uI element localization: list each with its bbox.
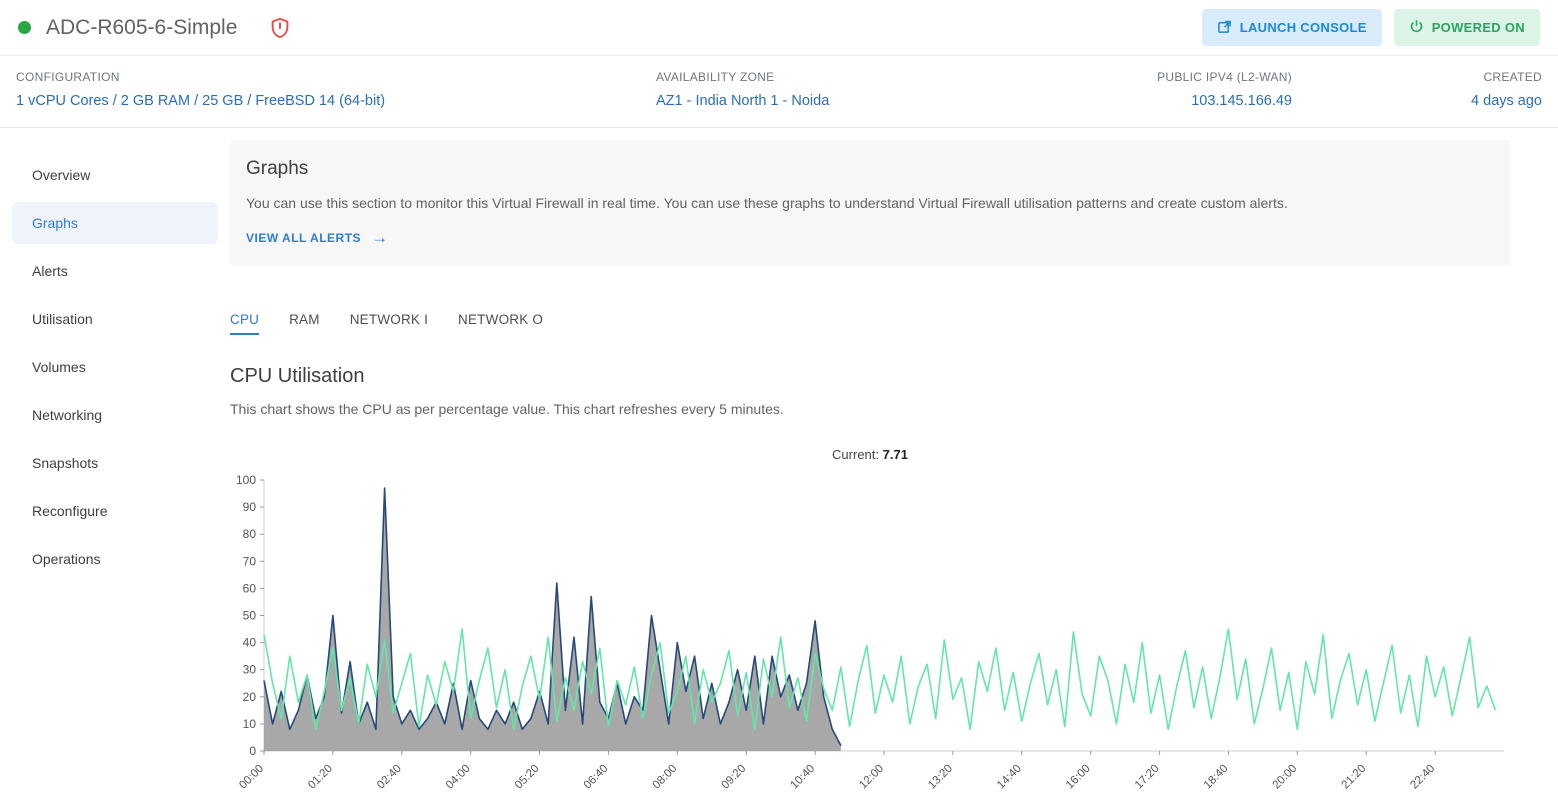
x-tick-label: 10:40 — [788, 763, 817, 792]
graphs-card: Graphs You can use this section to monit… — [230, 140, 1510, 266]
power-status-dot — [18, 21, 31, 34]
tab-network-in[interactable]: NETWORK I — [350, 312, 428, 335]
x-tick-label: 01:20 — [306, 763, 335, 792]
tab-network-out[interactable]: NETWORK O — [458, 312, 543, 335]
cpu-utilisation-chart: 0 10 20 30 40 50 60 70 80 90 100 00:00 01:20 02:40 04:… — [230, 474, 1510, 799]
view-all-alerts-label: VIEW ALL ALERTS — [246, 231, 361, 245]
info-label: CONFIGURATION — [16, 70, 656, 84]
y-tick-label: 100 — [236, 474, 256, 487]
x-tick-label: 12:00 — [857, 763, 886, 792]
tab-ram[interactable]: RAM — [289, 312, 320, 335]
info-value-created: 4 days ago — [1292, 93, 1542, 109]
x-tick-label: 06:40 — [582, 763, 611, 792]
x-tick-label: 16:00 — [1064, 763, 1093, 792]
powered-on-label: POWERED ON — [1432, 20, 1525, 35]
info-value-public-ipv4[interactable]: 103.145.166.49 — [1042, 93, 1292, 109]
x-tick-label: 08:00 — [651, 763, 680, 792]
powered-on-button[interactable]: POWERED ON — [1394, 9, 1540, 46]
chart-description: This chart shows the CPU as per percenta… — [230, 401, 1510, 417]
arrow-right-icon: → — [371, 228, 389, 248]
x-tick-label: 18:40 — [1202, 763, 1231, 792]
header: ADC-R605-6-Simple LAUNCH CONSOLE POWERED… — [0, 0, 1558, 56]
x-tick-label: 14:40 — [995, 763, 1024, 792]
y-tick-label: 60 — [243, 581, 257, 595]
y-tick-label: 0 — [249, 744, 256, 758]
info-label: PUBLIC IPV4 (L2-WAN) — [1042, 70, 1292, 84]
sidebar-item-operations[interactable]: Operations — [12, 538, 218, 580]
x-tick-label: 00:00 — [237, 763, 266, 792]
info-availability-zone: AVAILABILITY ZONE AZ1 - India North 1 - … — [656, 70, 1042, 109]
firewall-shield-icon — [269, 16, 291, 40]
graphs-card-title: Graphs — [246, 158, 1494, 180]
launch-console-label: LAUNCH CONSOLE — [1240, 20, 1367, 35]
power-icon — [1409, 19, 1424, 37]
sidebar-item-graphs[interactable]: Graphs — [12, 202, 218, 244]
sidebar-item-networking[interactable]: Networking — [12, 394, 218, 436]
y-tick-label: 30 — [243, 663, 257, 677]
x-tick-label: 05:20 — [513, 763, 542, 792]
sidebar-item-snapshots[interactable]: Snapshots — [12, 442, 218, 484]
info-label: AVAILABILITY ZONE — [656, 70, 1042, 84]
sidebar-item-overview[interactable]: Overview — [12, 154, 218, 196]
y-tick-label: 70 — [243, 554, 257, 568]
info-created: CREATED 4 days ago — [1292, 70, 1542, 109]
x-tick-label: 21:20 — [1340, 763, 1369, 792]
info-value-configuration[interactable]: 1 vCPU Cores / 2 GB RAM / 25 GB / FreeBS… — [16, 93, 656, 109]
sidebar-item-reconfigure[interactable]: Reconfigure — [12, 490, 218, 532]
y-tick-label: 50 — [243, 609, 257, 623]
sidebar-item-utilisation[interactable]: Utilisation — [12, 298, 218, 340]
launch-console-button[interactable]: LAUNCH CONSOLE — [1202, 9, 1382, 46]
y-tick-label: 90 — [243, 500, 257, 514]
x-tick-label: 02:40 — [375, 763, 404, 792]
x-tick-label: 22:40 — [1408, 763, 1437, 792]
y-tick-label: 80 — [243, 527, 257, 541]
info-configuration: CONFIGURATION 1 vCPU Cores / 2 GB RAM / … — [16, 70, 656, 109]
tab-cpu[interactable]: CPU — [230, 312, 259, 335]
info-public-ipv4: PUBLIC IPV4 (L2-WAN) 103.145.166.49 — [1042, 70, 1292, 109]
view-all-alerts-link[interactable]: VIEW ALL ALERTS → — [246, 228, 389, 248]
vm-title: ADC-R605-6-Simple — [46, 16, 237, 40]
x-tick-label: 13:20 — [926, 763, 955, 792]
y-tick-label: 20 — [243, 690, 257, 704]
info-value-availability-zone[interactable]: AZ1 - India North 1 - Noida — [656, 93, 1042, 109]
info-bar: CONFIGURATION 1 vCPU Cores / 2 GB RAM / … — [0, 56, 1558, 128]
main-layout: Overview Graphs Alerts Utilisation Volum… — [0, 128, 1558, 804]
y-tick-label: 10 — [243, 717, 257, 731]
sidebar-item-alerts[interactable]: Alerts — [12, 250, 218, 292]
info-label: CREATED — [1292, 70, 1542, 84]
content-area: Graphs You can use this section to monit… — [230, 128, 1558, 804]
current-value: 7.71 — [883, 447, 908, 462]
x-tick-label: 20:00 — [1271, 763, 1300, 792]
x-tick-label: 17:20 — [1133, 763, 1162, 792]
current-label: Current: — [832, 447, 879, 462]
cpu-primary-filled-area — [264, 488, 841, 751]
graphs-card-description: You can use this section to monitor this… — [246, 195, 1494, 211]
graph-tabs: CPU RAM NETWORK I NETWORK O — [230, 312, 1510, 335]
current-value-line: Current: 7.71 — [230, 447, 1510, 462]
launch-console-icon — [1217, 19, 1232, 37]
sidebar-item-volumes[interactable]: Volumes — [12, 346, 218, 388]
chart-title: CPU Utilisation — [230, 365, 1510, 388]
x-tick-label: 04:00 — [444, 763, 473, 792]
sidebar: Overview Graphs Alerts Utilisation Volum… — [0, 128, 230, 804]
y-tick-label: 40 — [243, 636, 257, 650]
chart-wrapper: 0 10 20 30 40 50 60 70 80 90 100 00:00 01:20 02:40 04:… — [230, 474, 1510, 804]
x-tick-label: 09:20 — [720, 763, 749, 792]
